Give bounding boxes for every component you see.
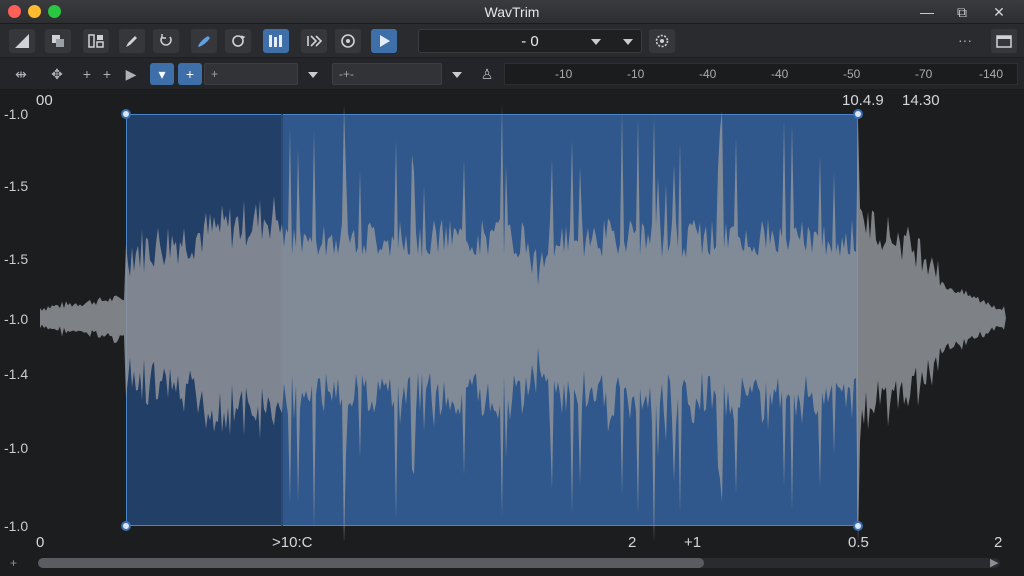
- waveform-editor[interactable]: 00 10.4.9 14.30 -1.0 -1.5 -1.5 -1.0 -1.4…: [0, 90, 1024, 540]
- add-marker-icon[interactable]: +: [78, 65, 96, 83]
- record-icon: [341, 34, 355, 48]
- play-icon: [380, 35, 390, 47]
- restore-icon[interactable]: ⧉: [951, 2, 973, 22]
- timeline-marker: >10:C: [272, 534, 313, 551]
- timeline-end: 2: [994, 534, 1003, 551]
- split-button[interactable]: [82, 28, 110, 54]
- brush-button[interactable]: [190, 28, 218, 54]
- add-button[interactable]: +: [178, 63, 202, 85]
- scroll-right-icon[interactable]: ▶: [990, 556, 998, 569]
- fade-in-icon: [15, 34, 29, 48]
- timeline-start: 0: [36, 534, 45, 551]
- minimize-icon[interactable]: —: [916, 2, 938, 22]
- timeline-marker: +1: [684, 534, 702, 551]
- person-icon[interactable]: ♙: [478, 65, 496, 83]
- pencil-tool-button[interactable]: [118, 28, 146, 54]
- grid-icon: [269, 35, 282, 47]
- brush-icon: [198, 36, 210, 47]
- waveform-graph: [40, 103, 1006, 540]
- ruler-tick: -140: [979, 67, 1004, 81]
- zoom-fit-icon[interactable]: ⇹: [12, 65, 30, 83]
- link-icon: [232, 35, 246, 47]
- selection-end-label: 0.5: [848, 534, 869, 551]
- title-bar: WavTrim — ⧉ ✕: [0, 0, 1024, 24]
- loop-button[interactable]: [152, 28, 180, 54]
- skip-forward-button[interactable]: [300, 28, 328, 54]
- gain-field[interactable]: +: [204, 63, 298, 85]
- play-small-icon[interactable]: ▶: [122, 65, 140, 83]
- window-title: WavTrim: [484, 4, 540, 20]
- scroll-left-icon[interactable]: +: [10, 556, 17, 570]
- snap-button[interactable]: [262, 28, 290, 54]
- ruler-tick: -40: [699, 67, 717, 81]
- gear-icon: [655, 34, 669, 48]
- record-button[interactable]: [334, 28, 362, 54]
- add-region-icon[interactable]: +: [98, 65, 116, 83]
- main-toolbar: - 0 ···: [0, 24, 1024, 68]
- close-icon[interactable]: ✕: [988, 2, 1010, 22]
- gain-chevron-down-icon[interactable]: [308, 72, 318, 78]
- crop-icon: [52, 35, 64, 47]
- ruler-tick: -10: [627, 67, 645, 81]
- db-ruler: -10 -10 -40 -40 -50 -70 -140: [504, 63, 1018, 85]
- selection-handle-top-left[interactable]: [121, 109, 131, 119]
- settings-button[interactable]: [648, 28, 676, 54]
- more-icon[interactable]: ···: [958, 32, 972, 48]
- timeline-marker: 2: [628, 534, 637, 551]
- split-icon: [88, 34, 104, 48]
- level-select[interactable]: - 0: [418, 29, 642, 53]
- pencil-icon: [126, 36, 137, 47]
- level-chevron-down-icon-2: [623, 39, 633, 45]
- skip-forward-icon: [307, 35, 323, 47]
- pan-chevron-down-icon[interactable]: [452, 72, 462, 78]
- fade-in-button[interactable]: [8, 28, 36, 54]
- ruler-tick: -40: [771, 67, 789, 81]
- play-button[interactable]: [370, 28, 398, 54]
- level-value: - 0: [521, 33, 539, 50]
- dropdown-toggle-button[interactable]: ▾: [150, 63, 174, 85]
- horizontal-scrollbar-thumb[interactable]: [38, 558, 704, 568]
- panel-icon: [996, 35, 1012, 48]
- secondary-toolbar: ⇹ ✥ + + ▶ ▾ + + -+- ♙ -10 -10 -40 -40 -5…: [0, 58, 1024, 90]
- selection-handle-bottom-right[interactable]: [853, 521, 863, 531]
- selection-handle-top-right[interactable]: [853, 109, 863, 119]
- selection-handle-bottom-left[interactable]: [121, 521, 131, 531]
- level-chevron-down-icon: [591, 39, 601, 45]
- link-button[interactable]: [224, 28, 252, 54]
- loop-icon: [160, 34, 172, 46]
- ruler-tick: -70: [915, 67, 933, 81]
- crop-button[interactable]: [44, 28, 72, 54]
- waveform-shape: [40, 103, 1006, 540]
- move-icon[interactable]: ✥: [48, 65, 66, 83]
- panel-button[interactable]: [990, 28, 1018, 54]
- pan-field[interactable]: -+-: [332, 63, 442, 85]
- ruler-tick: -50: [843, 67, 861, 81]
- ruler-tick: -10: [555, 67, 573, 81]
